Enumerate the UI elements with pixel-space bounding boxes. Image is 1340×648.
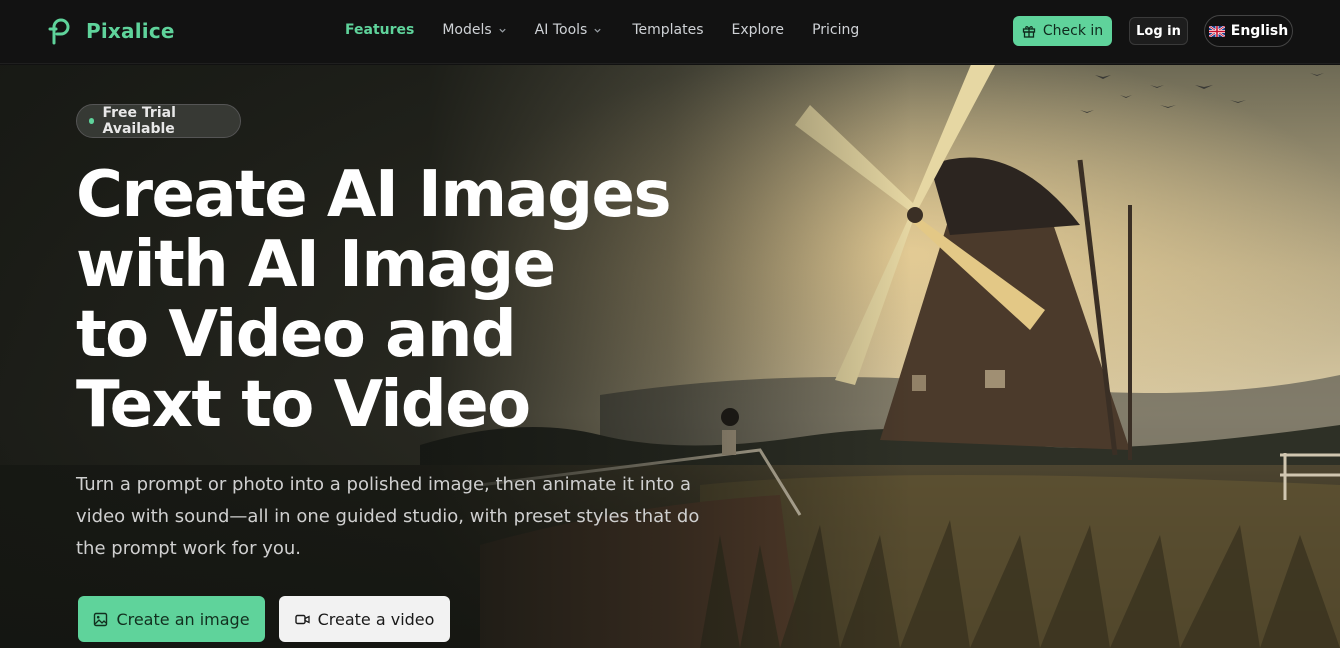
- create-video-button[interactable]: Create a video: [279, 596, 450, 642]
- nav-item-label: Explore: [731, 22, 785, 38]
- nav-item-models[interactable]: Models: [442, 22, 506, 38]
- headline-line: with AI Image: [76, 228, 556, 302]
- headline-line: Text to Video: [76, 368, 531, 442]
- nav-item-features[interactable]: Features: [345, 22, 414, 38]
- hero-subtitle: Turn a prompt or photo into a polished i…: [76, 474, 700, 559]
- chevron-down-icon: [594, 28, 601, 33]
- nav-item-explore[interactable]: Explore: [732, 22, 785, 38]
- brand-name: Pixalice: [86, 19, 175, 43]
- language-selector[interactable]: English: [1204, 15, 1293, 47]
- headline-line: Create AI Images: [76, 158, 672, 232]
- hero-section: Free Trial Available Create AI Images wi…: [0, 65, 1340, 648]
- login-button[interactable]: Log in: [1129, 17, 1188, 45]
- nav-item-templates[interactable]: Templates: [632, 22, 703, 38]
- nav-item-label: Templates: [632, 22, 704, 38]
- brand-logo[interactable]: Pixalice: [48, 17, 175, 45]
- headline-line: to Video and: [76, 298, 517, 372]
- uk-flag-icon: [1208, 25, 1225, 37]
- check-in-label: Check in: [1042, 23, 1104, 39]
- check-in-button[interactable]: Check in: [1013, 16, 1112, 46]
- create-image-button[interactable]: Create an image: [78, 596, 265, 642]
- badge-label: Free Trial Available: [102, 105, 176, 137]
- pixalice-logo-icon: [48, 18, 70, 45]
- hero-headline: Create AI Images with AI Image to Video …: [76, 160, 696, 440]
- gift-icon: [1022, 26, 1036, 38]
- image-icon: [94, 612, 108, 626]
- free-trial-badge: Free Trial Available: [76, 104, 241, 138]
- language-label: English: [1230, 23, 1289, 39]
- nav-item-label: Models: [442, 22, 492, 38]
- nav-item-pricing[interactable]: Pricing: [812, 22, 859, 38]
- chevron-down-icon: [499, 28, 506, 33]
- nav-item-label: Features: [345, 22, 415, 38]
- create-image-label: Create an image: [116, 609, 250, 629]
- nav-item-label: AI Tools: [534, 22, 588, 38]
- top-navbar: Pixalice Features Models AI Tools Templa…: [0, 0, 1340, 64]
- status-dot-icon: [89, 118, 95, 124]
- nav-item-ai-tools[interactable]: AI Tools: [535, 22, 603, 38]
- main-menu: Features Models AI Tools Templates Explo…: [345, 22, 859, 38]
- create-video-label: Create a video: [317, 609, 435, 629]
- login-label: Log in: [1136, 23, 1181, 39]
- nav-item-label: Pricing: [812, 22, 860, 38]
- video-camera-icon: [294, 614, 310, 624]
